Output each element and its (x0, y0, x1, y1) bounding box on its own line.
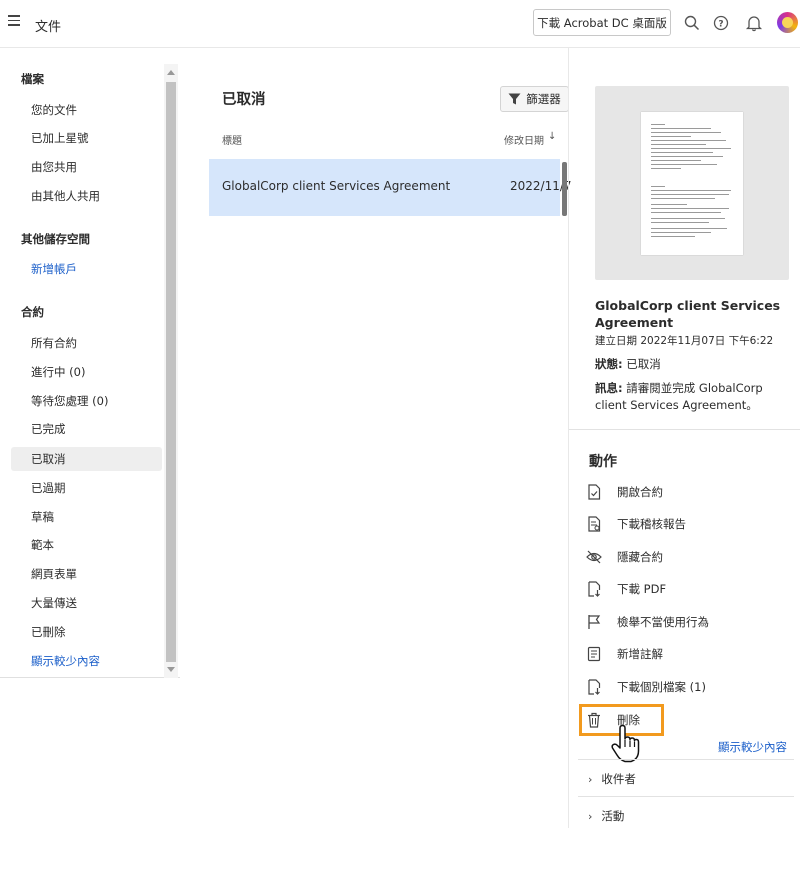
sidebar-item-shared-by-others[interactable]: 由其他人共用 (11, 184, 162, 208)
sidebar-item-expired[interactable]: 已過期 (11, 476, 162, 500)
sidebar-show-less-link[interactable]: 顯示較少內容 (11, 649, 162, 673)
chevron-right-icon: › (588, 809, 593, 823)
sidebar-item-drafts[interactable]: 草稿 (11, 505, 162, 529)
action-label: 隱藏合約 (617, 550, 663, 564)
download-pdf-icon (586, 581, 602, 597)
sidebar-item-your-documents[interactable]: 您的文件 (11, 98, 162, 122)
action-report-abuse[interactable]: 檢舉不當使用行為 (586, 610, 786, 634)
sidebar-item-shared-by-you[interactable]: 由您共用 (11, 155, 162, 179)
sidebar-item-waiting-for-you[interactable]: 等待您處理 (0) (11, 389, 162, 413)
audit-report-icon (586, 516, 602, 532)
sidebar-scrollbar[interactable] (164, 64, 178, 678)
recipients-label: 收件者 (601, 772, 636, 786)
download-acrobat-button[interactable]: 下載 Acrobat DC 桌面版 (533, 9, 671, 36)
action-download-audit-report[interactable]: 下載稽核報告 (586, 512, 786, 536)
app-title: 文件 (35, 20, 62, 35)
search-icon[interactable] (683, 14, 701, 32)
flag-icon (586, 614, 602, 630)
action-label: 檢舉不當使用行為 (617, 615, 709, 629)
help-icon[interactable]: ? (712, 14, 730, 32)
top-bar: 文件 下載 Acrobat DC 桌面版 ? (0, 0, 800, 48)
sidebar-item-in-progress[interactable]: 進行中 (0) (11, 360, 162, 384)
details-status: 狀態: 已取消 (595, 356, 661, 372)
filter-button[interactable]: 篩選器 (500, 86, 569, 112)
action-open-agreement[interactable]: 開啟合約 (586, 480, 786, 504)
actions-title: 動作 (589, 454, 617, 470)
document-preview-page (641, 112, 743, 255)
table-row[interactable]: GlobalCorp client Services Agreement 202… (209, 159, 572, 216)
sidebar-item-canceled[interactable]: 已取消 (11, 447, 162, 471)
action-label: 下載 PDF (617, 582, 667, 596)
sidebar-section-files: 檔案 (21, 72, 44, 86)
action-download-individual-files[interactable]: 下載個別檔案 (1) (586, 675, 786, 699)
divider (578, 796, 794, 797)
details-show-less-link[interactable]: 顯示較少內容 (718, 739, 787, 755)
details-created-date: 建立日期 2022年11月07日 下午6:22 (595, 335, 774, 347)
activity-section[interactable]: › 活動 (588, 808, 624, 824)
sidebar-item-completed[interactable]: 已完成 (11, 417, 162, 441)
action-label: 新增註解 (617, 647, 663, 661)
hand-cursor-icon (611, 724, 640, 763)
scroll-down-icon[interactable] (167, 667, 175, 672)
note-icon (586, 646, 602, 662)
activity-label: 活動 (601, 809, 625, 823)
sidebar-item-bulk-send[interactable]: 大量傳送 (11, 591, 162, 615)
action-label: 開啟合約 (617, 485, 663, 499)
sidebar-item-all-agreements[interactable]: 所有合約 (11, 331, 162, 355)
action-hide-agreement[interactable]: 隱藏合約 (586, 545, 786, 569)
svg-text:?: ? (718, 20, 723, 30)
filter-label: 篩選器 (526, 92, 561, 106)
download-file-icon (586, 679, 602, 695)
status-label: 狀態: (595, 357, 623, 371)
bell-icon[interactable] (745, 14, 763, 32)
divider (569, 429, 800, 430)
hamburger-icon[interactable] (8, 15, 20, 27)
scroll-up-icon[interactable] (167, 70, 175, 75)
sidebar-item-deleted[interactable]: 已刪除 (11, 620, 162, 644)
sidebar-item-add-account[interactable]: 新增帳戶 (11, 257, 162, 281)
sidebar-section-other-storage: 其他儲存空間 (21, 232, 90, 246)
eye-hidden-icon (586, 549, 602, 565)
chevron-right-icon: › (588, 772, 593, 786)
list-scrollbar[interactable] (562, 162, 567, 216)
details-message: 訊息: 請審閱並完成 GlobalCorp client Services Ag… (595, 380, 795, 414)
scroll-thumb[interactable] (166, 82, 176, 662)
open-document-icon (586, 484, 602, 500)
page-title: 已取消 (222, 92, 266, 108)
action-download-pdf[interactable]: 下載 PDF (586, 577, 786, 601)
action-add-note[interactable]: 新增註解 (586, 642, 786, 666)
column-header-title[interactable]: 標題 (222, 132, 242, 147)
row-document-name: GlobalCorp client Services Agreement (222, 179, 451, 193)
sidebar-item-web-forms[interactable]: 網頁表單 (11, 562, 162, 586)
sidebar-item-starred[interactable]: 已加上星號 (11, 126, 162, 150)
column-header-date[interactable]: 修改日期 (504, 132, 544, 147)
avatar[interactable] (777, 12, 798, 33)
recipients-section[interactable]: › 收件者 (588, 771, 636, 787)
action-label: 下載稽核報告 (617, 517, 686, 531)
divider (578, 759, 794, 760)
message-label: 訊息: (595, 381, 623, 395)
details-document-name: GlobalCorp client Services Agreement (595, 298, 781, 330)
sidebar: 檔案 您的文件 已加上星號 由您共用 由其他人共用 其他儲存空間 新增帳戶 合約… (0, 64, 180, 678)
status-value: 已取消 (626, 357, 661, 371)
sort-down-icon[interactable]: ↓ (548, 131, 556, 142)
sidebar-item-templates[interactable]: 範本 (11, 533, 162, 557)
sidebar-section-agreements: 合約 (21, 305, 44, 319)
document-thumbnail[interactable] (595, 86, 789, 280)
filter-icon (508, 93, 521, 105)
action-label: 下載個別檔案 (1) (617, 680, 706, 694)
